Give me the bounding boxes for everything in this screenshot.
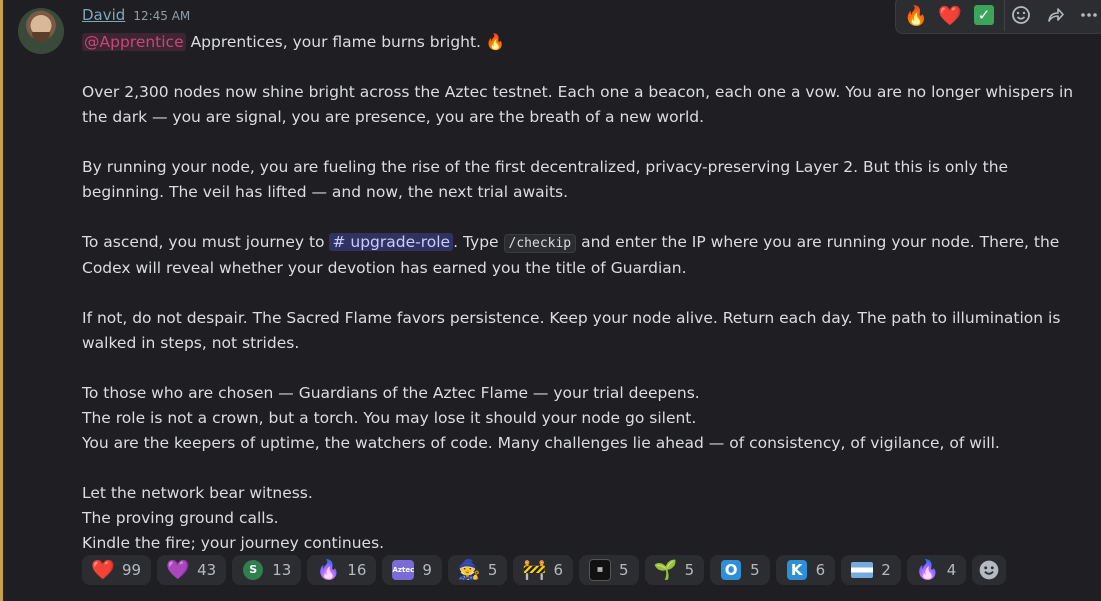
reaction-argentina-flag[interactable]: 2: [841, 555, 901, 585]
red-heart-icon: ❤️: [91, 559, 115, 581]
argentina-flag-icon: [851, 562, 874, 578]
more-button[interactable]: [1073, 0, 1101, 31]
check-icon: ✓: [974, 5, 994, 25]
wizard-icon: 🧙: [457, 559, 481, 581]
reaction-count: 5: [750, 561, 760, 579]
reaction-count: 2: [881, 561, 891, 579]
intro-text: Apprentices, your flame burns bright.: [190, 33, 481, 51]
reaction-count: 9: [422, 561, 432, 579]
fire-emoji: 🔥: [485, 33, 506, 51]
paragraph-3-mid: . Type: [453, 233, 499, 251]
message-header: David 12:45 AM: [82, 6, 190, 28]
paragraph-5-line: To those who are chosen — Guardians of t…: [82, 384, 700, 402]
purple-fire-icon: 🔥: [316, 559, 341, 581]
reaction-dark-badge[interactable]: ▦ 5: [579, 555, 639, 585]
reaction-purple-fire-2[interactable]: 🔥 4: [906, 555, 967, 585]
reaction-purple-fire[interactable]: 🔥 16: [307, 555, 377, 585]
paragraph-4: If not, do not despair. The Sacred Flame…: [82, 309, 1061, 352]
reaction-count: 4: [946, 561, 957, 579]
message-content: @Apprentice Apprentices, your flame burn…: [82, 30, 1087, 556]
reaction-k-button[interactable]: K 6: [775, 555, 836, 585]
message-hover-toolbar: 🔥 ❤️ ✓: [895, 0, 1101, 34]
avatar[interactable]: [18, 8, 64, 54]
forward-button[interactable]: [1039, 0, 1071, 31]
add-reaction-icon: [979, 560, 999, 580]
reaction-count: 16: [347, 561, 367, 579]
paragraph-3-before: To ascend, you must journey to: [82, 233, 325, 251]
seedling-icon: 🌱: [653, 559, 678, 581]
o-button-icon: O: [721, 560, 742, 580]
reaction-count: 6: [815, 561, 826, 579]
reaction-s-badge[interactable]: S 13: [232, 555, 302, 585]
reaction-count: 43: [197, 561, 217, 579]
paragraph-5: To those who are chosen — Guardians of t…: [82, 381, 1087, 456]
message-timestamp[interactable]: 12:45 AM: [133, 9, 190, 23]
paragraph-5-line: You are the keepers of uptime, the watch…: [82, 434, 1000, 452]
paragraph-6-line: Kindle the fire; your journey continues.: [82, 534, 385, 552]
aztec-logo-icon: Aztec: [392, 560, 415, 580]
purple-heart-icon: 💜: [166, 559, 190, 581]
message-intro: @Apprentice Apprentices, your flame burn…: [82, 30, 1087, 55]
reaction-sign[interactable]: 🚧 6: [513, 555, 574, 585]
paragraph-5-line: The role is not a crown, but a torch. Yo…: [82, 409, 697, 427]
add-reaction-icon: [1012, 6, 1030, 24]
reactions-row: ❤️ 99 💜 43 S 13 🔥 16 Aztec 9 🧙 5 🚧 6 ▦ 5…: [82, 555, 1007, 585]
author-name[interactable]: David: [82, 6, 125, 24]
reaction-o-button[interactable]: O 5: [710, 555, 770, 585]
more-icon: [1081, 13, 1097, 17]
sign-icon: 🚧: [522, 559, 547, 581]
role-mention[interactable]: @Apprentice: [82, 33, 186, 51]
reaction-count: 13: [272, 561, 292, 579]
command-code: /checkip: [503, 234, 577, 253]
s-badge-icon: S: [243, 560, 264, 580]
reaction-count: 5: [619, 561, 629, 579]
paragraph-6-line: The proving ground calls.: [82, 509, 279, 527]
reaction-wizard[interactable]: 🧙 5: [447, 555, 508, 585]
avatar-beard: [32, 32, 50, 42]
paragraph-6-line: Let the network bear witness.: [82, 484, 313, 502]
paragraph-3: To ascend, you must journey to # upgrade…: [82, 230, 1087, 281]
paragraph-1: Over 2,300 nodes now shine bright across…: [82, 83, 1074, 126]
quick-reaction-fire[interactable]: 🔥: [900, 0, 932, 31]
add-reaction-button[interactable]: [972, 555, 1007, 585]
forward-icon: [1048, 8, 1064, 22]
quick-reaction-check[interactable]: ✓: [968, 0, 1000, 31]
paragraph-6: Let the network bear witness. The provin…: [82, 481, 1087, 556]
dark-badge-icon: ▦: [589, 559, 612, 581]
reaction-aztec[interactable]: Aztec 9: [382, 555, 442, 585]
purple-fire-icon: 🔥: [915, 559, 940, 581]
mention-highlight-bar: [0, 0, 3, 601]
reaction-count: 5: [684, 561, 695, 579]
reaction-seedling[interactable]: 🌱 5: [644, 555, 705, 585]
quick-reaction-heart[interactable]: ❤️: [934, 0, 966, 31]
add-reaction-button[interactable]: [1004, 0, 1037, 31]
reaction-count: 6: [553, 561, 564, 579]
reaction-heart[interactable]: ❤️ 99: [82, 555, 152, 585]
reaction-purple-heart[interactable]: 💜 43: [157, 555, 227, 585]
channel-link-upgrade-role[interactable]: # upgrade-role: [329, 233, 454, 251]
reaction-count: 5: [487, 561, 498, 579]
reaction-count: 99: [122, 561, 142, 579]
paragraph-2: By running your node, you are fueling th…: [82, 158, 1009, 201]
k-button-icon: K: [786, 560, 807, 580]
